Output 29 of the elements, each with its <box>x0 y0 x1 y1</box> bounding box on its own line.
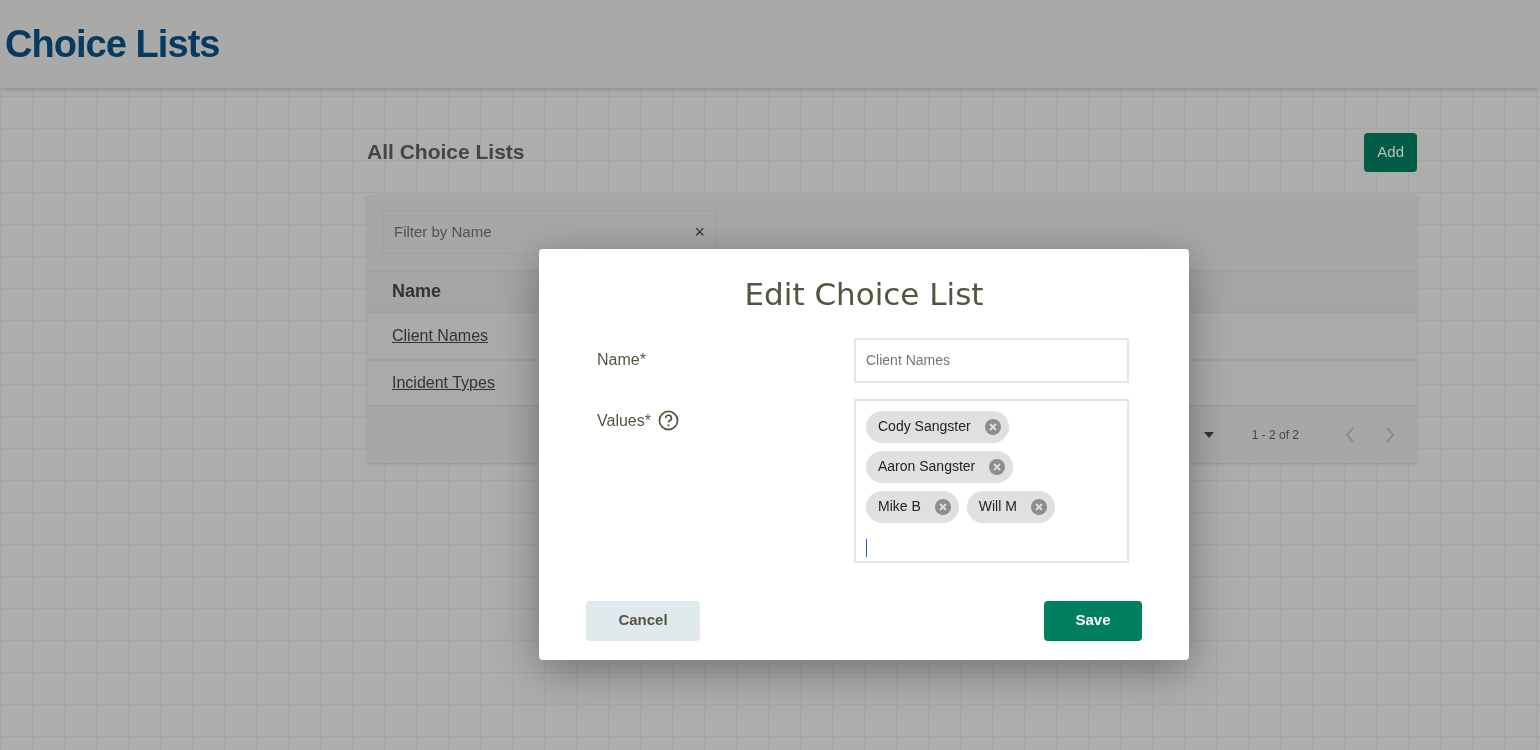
caret-down-icon[interactable] <box>1203 432 1214 438</box>
chip-label: Will M <box>978 497 1017 516</box>
field-label: Name* <box>597 349 646 370</box>
choice-list-link[interactable]: Incident Types <box>392 371 495 395</box>
remove-chip-icon[interactable] <box>989 458 1006 475</box>
remove-chip-icon[interactable] <box>934 498 951 515</box>
pagination-range: 1 - 2 of 2 <box>1251 427 1299 444</box>
dialog-title: Edit Choice List <box>743 275 985 314</box>
remove-chip-icon[interactable] <box>984 418 1001 435</box>
name-field[interactable]: Client Names <box>854 337 1129 383</box>
values-field[interactable]: Cody Sangster Aaron Sangster Mike B Will M <box>854 398 1129 563</box>
add-button[interactable]: Add <box>1364 132 1417 172</box>
cancel-button[interactable]: Cancel <box>586 600 700 641</box>
chip-label: Aaron Sangster <box>878 457 976 476</box>
previous-page-icon[interactable] <box>1345 427 1355 443</box>
chip-label: Cody Sangster <box>878 417 971 436</box>
column-header[interactable]: Name <box>392 278 442 305</box>
chip-label: Mike B <box>878 497 921 516</box>
page-title: Choice Lists <box>5 21 220 67</box>
clear-button[interactable]: × <box>694 218 705 246</box>
field-label: Values* <box>597 410 651 431</box>
section-title: All Choice Lists <box>367 139 525 166</box>
save-button[interactable]: Save <box>1044 600 1142 641</box>
filter-placeholder: Filter by Name <box>394 221 492 242</box>
next-page-icon[interactable] <box>1385 427 1395 443</box>
text-cursor <box>866 538 867 557</box>
help-icon[interactable] <box>657 410 679 431</box>
remove-chip-icon[interactable] <box>1030 498 1047 515</box>
choice-list-link[interactable]: Client Names <box>392 324 489 348</box>
